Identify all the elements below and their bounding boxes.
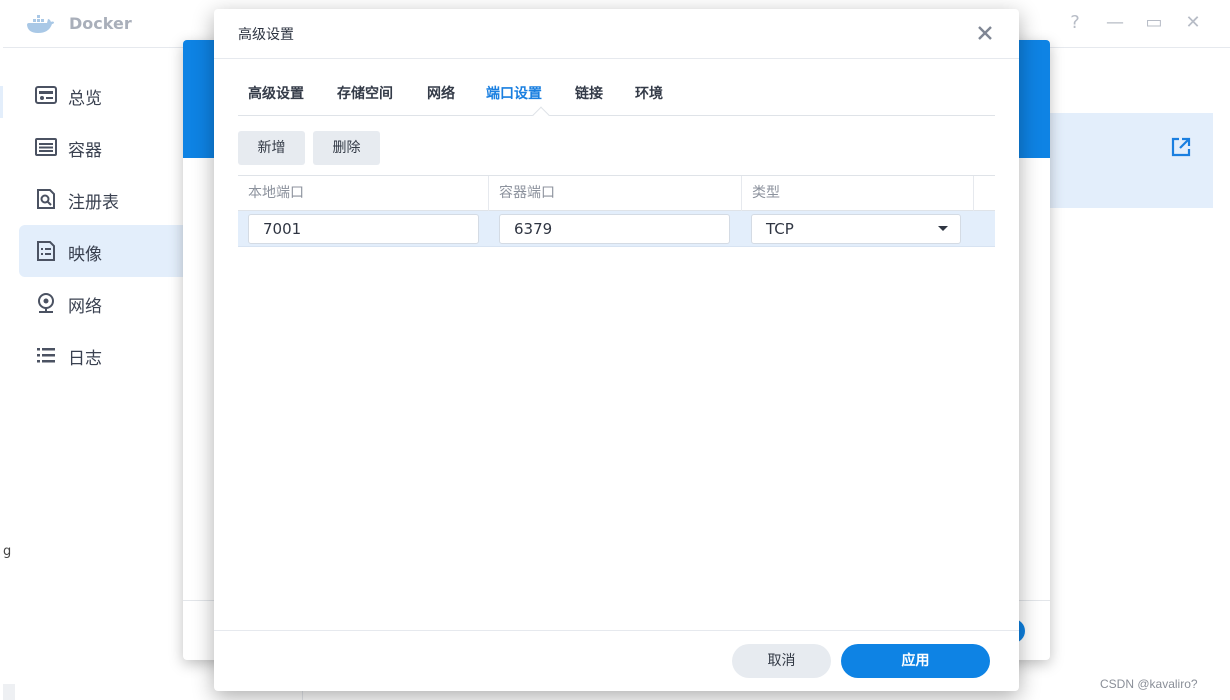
dashboard-icon	[35, 86, 57, 104]
open-external-icon[interactable]	[1170, 136, 1192, 158]
app-title: Docker	[69, 14, 132, 33]
log-icon	[37, 348, 55, 363]
type-select-value: TCP	[766, 220, 794, 238]
watermark: CSDN @kavaliro?	[1100, 677, 1198, 691]
tab-network[interactable]: 网络	[427, 83, 455, 103]
registry-icon	[37, 189, 55, 209]
divider	[214, 58, 1019, 59]
help-icon[interactable]: ?	[1065, 12, 1085, 34]
sidebar-item-label: 日志	[68, 349, 102, 369]
local-port-input[interactable]: 7001	[248, 214, 479, 244]
sidebar-item-label: 网络	[68, 297, 102, 317]
column-header-local-port[interactable]: 本地端口	[238, 176, 489, 211]
table-row[interactable]: 7001 6379 TCP	[238, 211, 995, 247]
sidebar-item-label: 总览	[68, 89, 102, 109]
scroll-corner	[3, 684, 15, 700]
container-port-input[interactable]: 6379	[499, 214, 730, 244]
cancel-button[interactable]: 取消	[732, 644, 831, 678]
tab-environment[interactable]: 环境	[635, 83, 663, 103]
tab-storage[interactable]: 存储空间	[337, 83, 393, 103]
sidebar-item-label: 容器	[68, 141, 102, 161]
network-icon	[38, 293, 54, 313]
close-icon[interactable]	[974, 22, 996, 44]
column-header-container-port[interactable]: 容器端口	[489, 176, 742, 211]
divider	[214, 630, 1019, 631]
tab-links[interactable]: 链接	[575, 83, 603, 103]
tab-bar: 高级设置 存储空间 网络 端口设置 链接 环境	[238, 81, 995, 124]
tab-port-settings[interactable]: 端口设置	[486, 83, 542, 103]
tab-advanced[interactable]: 高级设置	[248, 83, 304, 103]
maximize-icon[interactable]: ▭	[1144, 12, 1164, 34]
image-icon	[37, 241, 55, 261]
active-tab-indicator	[532, 106, 550, 124]
sidebar-item-label: 注册表	[68, 193, 119, 213]
docker-whale-icon	[27, 15, 54, 33]
container-icon	[35, 138, 57, 156]
delete-button[interactable]: 删除	[313, 131, 380, 165]
sidebar-item-label: 映像	[68, 245, 102, 265]
minimize-icon[interactable]: —	[1105, 12, 1125, 34]
advanced-settings-dialog: 高级设置 高级设置 存储空间 网络 端口设置 链接 环境 新增 删除 本地端口 …	[214, 9, 1019, 691]
dropdown-arrow-icon	[938, 226, 948, 231]
type-select[interactable]: TCP	[751, 214, 961, 244]
add-button[interactable]: 新增	[238, 131, 305, 165]
column-header-type[interactable]: 类型	[742, 176, 974, 211]
dialog-title: 高级设置	[238, 27, 294, 43]
apply-button[interactable]: 应用	[841, 644, 990, 678]
window-close-icon[interactable]: ✕	[1183, 12, 1203, 34]
table-header: 本地端口 容器端口 类型	[238, 175, 995, 211]
partial-text: g	[3, 544, 12, 559]
